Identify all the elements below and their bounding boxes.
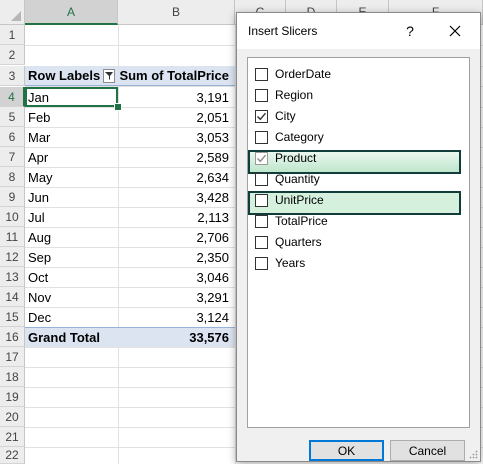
pivot-row-value[interactable]: 3,191 [118, 87, 235, 107]
pivot-row-value[interactable]: 2,634 [118, 167, 235, 187]
dialog-title: Insert Slicers [248, 24, 318, 38]
field-label: Region [275, 88, 314, 102]
field-item-orderdate[interactable]: OrderDate [255, 64, 331, 84]
cancel-button[interactable]: Cancel [390, 440, 465, 461]
checkbox-region[interactable] [255, 88, 268, 102]
checkbox-quantity[interactable] [255, 172, 268, 186]
row-header[interactable]: 21 [0, 427, 25, 447]
row-header[interactable]: 19 [0, 387, 25, 407]
field-label: UnitPrice [275, 193, 324, 207]
row-header[interactable]: 7 [0, 147, 25, 167]
field-item-region[interactable]: Region [255, 85, 313, 105]
field-item-totalprice[interactable]: TotalPrice [255, 211, 328, 231]
field-item-category[interactable]: Category [255, 127, 324, 147]
checkbox-quarters[interactable] [255, 235, 268, 249]
field-item-unitprice[interactable]: UnitPrice [255, 190, 324, 210]
pivot-row-label[interactable]: Aug [25, 227, 118, 247]
row-header[interactable]: 6 [0, 127, 25, 147]
column-header-a[interactable]: A [25, 0, 118, 25]
checkbox-orderdate[interactable] [255, 67, 268, 81]
field-label: Quantity [275, 172, 320, 186]
row-header[interactable]: 18 [0, 367, 25, 387]
row-header[interactable]: 5 [0, 107, 25, 127]
field-item-quantity[interactable]: Quantity [255, 169, 320, 189]
field-label: OrderDate [275, 67, 332, 81]
field-label: Category [275, 130, 324, 144]
row-header[interactable]: 13 [0, 267, 25, 287]
checkbox-city[interactable] [255, 109, 268, 123]
pivot-row-value[interactable]: 3,428 [118, 187, 235, 207]
close-icon [449, 25, 461, 37]
row-header[interactable]: 4 [0, 87, 25, 107]
column-header-b[interactable]: B [118, 0, 235, 25]
checkbox-product[interactable] [255, 151, 268, 165]
pivot-row-labels-text: Row Labels [28, 68, 101, 83]
pivot-row-label[interactable]: Oct [25, 267, 118, 287]
active-cell-border [25, 87, 118, 107]
row-header[interactable]: 12 [0, 247, 25, 267]
checkmark-icon [257, 112, 267, 120]
select-all-corner[interactable] [0, 0, 25, 25]
row-header[interactable]: 3 [0, 66, 25, 86]
pivot-row-label[interactable]: Mar [25, 127, 118, 147]
field-label: Quarters [275, 235, 322, 249]
pivot-grand-total-value[interactable]: 33,576 [118, 327, 235, 347]
field-label: Years [275, 256, 306, 270]
pivot-row-value[interactable]: 2,706 [118, 227, 235, 247]
pivot-row-value[interactable]: 2,051 [118, 107, 235, 127]
pivot-grand-total-label[interactable]: Grand Total [25, 327, 118, 347]
pivot-row-label[interactable]: Apr [25, 147, 118, 167]
field-item-years[interactable]: Years [255, 253, 305, 273]
pivot-row-label[interactable]: Nov [25, 287, 118, 307]
pivot-row-label[interactable]: Jul [25, 207, 118, 227]
checkbox-totalprice[interactable] [255, 214, 268, 228]
dialog-titlebar[interactable]: Insert Slicers ? [237, 13, 480, 49]
row-header[interactable]: 15 [0, 307, 25, 327]
pivot-row-label[interactable]: Sep [25, 247, 118, 267]
fill-handle[interactable] [114, 103, 122, 111]
checkbox-unitprice[interactable] [255, 193, 268, 207]
row-header[interactable]: 8 [0, 167, 25, 187]
checkbox-years[interactable] [255, 256, 268, 270]
field-item-quarters[interactable]: Quarters [255, 232, 322, 252]
field-label: TotalPrice [275, 214, 328, 228]
field-item-product[interactable]: Product [255, 148, 316, 168]
filter-dropdown-icon[interactable] [103, 68, 116, 83]
field-label: City [275, 109, 296, 123]
ok-button[interactable]: OK [309, 440, 384, 461]
row-header[interactable]: 1 [0, 25, 25, 45]
row-header[interactable]: 10 [0, 207, 25, 227]
insert-slicers-dialog: Insert Slicers ? OrderDate Region City C… [236, 12, 481, 462]
pivot-row-value[interactable]: 3,124 [118, 307, 235, 327]
pivot-row-label[interactable]: Feb [25, 107, 118, 127]
pivot-row-value[interactable]: 2,589 [118, 147, 235, 167]
pivot-row-value[interactable]: 2,350 [118, 247, 235, 267]
row-header[interactable]: 20 [0, 407, 25, 427]
row-header[interactable]: 17 [0, 347, 25, 367]
row-header[interactable]: 2 [0, 45, 25, 65]
resize-grip-icon[interactable] [468, 449, 478, 459]
row-header[interactable]: 11 [0, 227, 25, 247]
row-header[interactable]: 14 [0, 287, 25, 307]
pivot-value-header[interactable]: Sum of TotalPrice [118, 66, 235, 86]
field-item-city[interactable]: City [255, 106, 296, 126]
row-header[interactable]: 22 [0, 447, 25, 464]
checkmark-icon [257, 154, 267, 162]
row-header[interactable]: 9 [0, 187, 25, 207]
pivot-row-label[interactable]: May [25, 167, 118, 187]
pivot-row-value[interactable]: 3,053 [118, 127, 235, 147]
pivot-row-label[interactable]: Jun [25, 187, 118, 207]
pivot-row-label[interactable]: Dec [25, 307, 118, 327]
checkbox-category[interactable] [255, 130, 268, 144]
pivot-row-value[interactable]: 3,046 [118, 267, 235, 287]
field-label: Product [275, 151, 317, 165]
row-header[interactable]: 16 [0, 327, 25, 347]
slicer-field-list[interactable]: OrderDate Region City Category Product Q… [247, 57, 470, 428]
pivot-row-value[interactable]: 3,291 [118, 287, 235, 307]
close-button[interactable] [437, 19, 473, 43]
pivot-row-labels-header[interactable]: Row Labels [25, 66, 118, 86]
help-button[interactable]: ? [397, 19, 423, 43]
pivot-row-value[interactable]: 2,113 [118, 207, 235, 227]
